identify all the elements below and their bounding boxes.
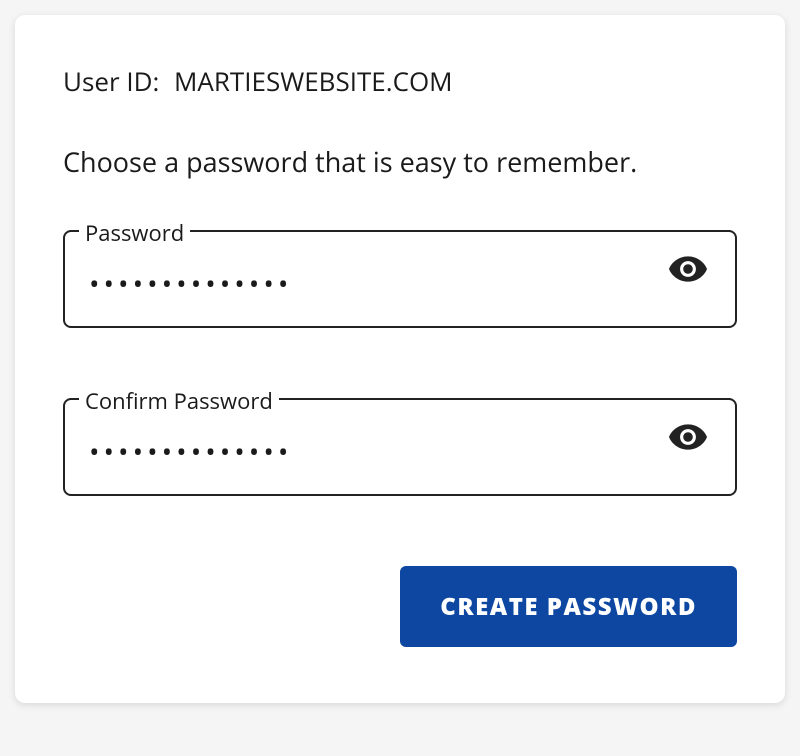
confirm-password-field-border: Confirm Password [63,398,737,496]
toggle-confirm-visibility-button[interactable] [665,418,711,456]
eye-icon [669,254,707,284]
confirm-password-label: Confirm Password [79,386,279,416]
password-field-border: Password [63,230,737,328]
password-input[interactable] [89,255,665,303]
toggle-password-visibility-button[interactable] [665,250,711,288]
user-id-value: MARTIESWEBSITE.COM [174,63,453,99]
password-field-group: Password [63,230,737,328]
user-id-row: User ID: MARTIESWEBSITE.COM [63,63,737,99]
confirm-password-field-group: Confirm Password [63,398,737,496]
password-form-card: User ID: MARTIESWEBSITE.COM Choose a pas… [15,15,785,703]
create-password-button[interactable]: CREATE PASSWORD [400,566,737,647]
confirm-password-input[interactable] [89,423,665,471]
eye-icon [669,422,707,452]
button-row: CREATE PASSWORD [63,566,737,647]
user-id-label: User ID: [63,63,159,99]
instruction-text: Choose a password that is easy to rememb… [63,143,737,180]
password-label: Password [79,218,190,248]
